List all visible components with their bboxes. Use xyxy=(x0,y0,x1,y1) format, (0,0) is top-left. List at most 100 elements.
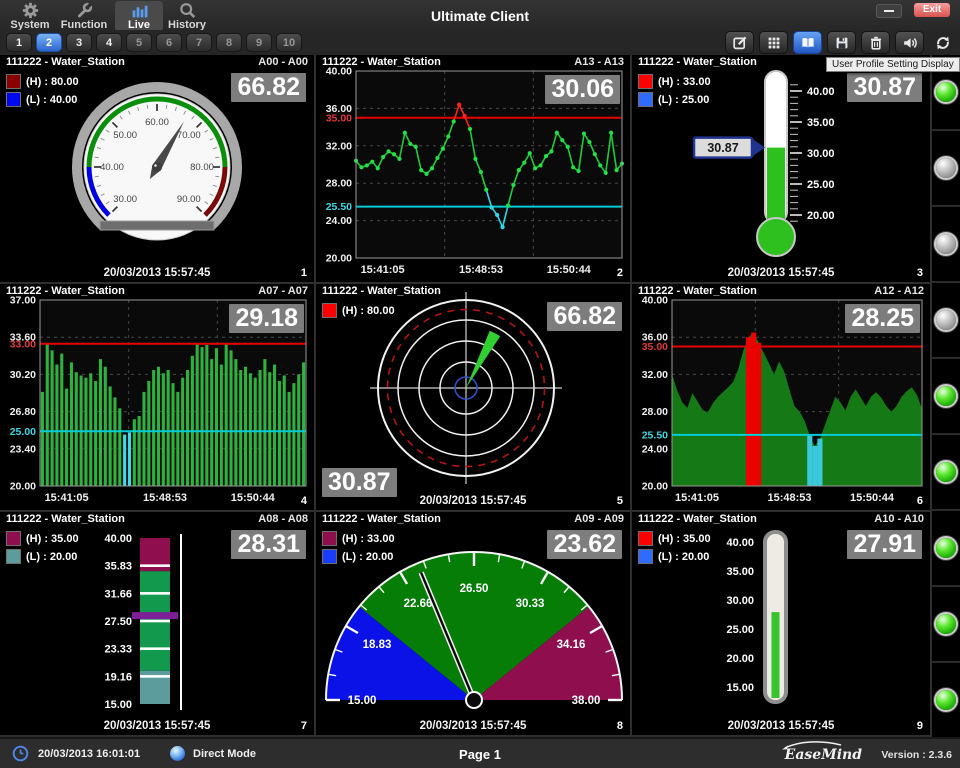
panel-tag: A12 - A12 xyxy=(874,285,924,297)
svg-text:23.33: 23.33 xyxy=(104,644,132,656)
page-tab-8[interactable]: 8 xyxy=(216,33,242,52)
legend-item: (H) : 33.00 xyxy=(638,74,711,89)
panel-station: 111222 - Water_Station xyxy=(638,513,757,525)
legend-swatch xyxy=(638,74,653,89)
value-readout: 23.62 xyxy=(547,530,622,559)
panel-legend: (H) : 35.00(L) : 20.00 xyxy=(6,531,79,567)
legend-swatch xyxy=(638,531,653,546)
minimize-button[interactable] xyxy=(876,4,902,18)
page-tabs: 12345678910 xyxy=(6,33,302,52)
led-cell xyxy=(932,511,960,587)
legend-swatch xyxy=(6,74,21,89)
svg-text:23.40: 23.40 xyxy=(10,443,36,455)
svg-text:34.16: 34.16 xyxy=(557,639,586,651)
svg-text:30.00: 30.00 xyxy=(113,194,137,205)
svg-text:15:50:44: 15:50:44 xyxy=(850,492,895,504)
svg-text:80.00: 80.00 xyxy=(190,162,214,173)
status-version: Version : 2.3.6 xyxy=(881,749,952,761)
svg-text:31.66: 31.66 xyxy=(104,588,132,600)
title-bar: System Function Live History xyxy=(0,0,960,30)
keypad-icon xyxy=(766,35,782,51)
page-tab-7[interactable]: 7 xyxy=(186,33,212,52)
value-readout: 66.82 xyxy=(547,302,622,331)
legend-swatch xyxy=(322,303,337,318)
led-indicator-gray xyxy=(936,158,956,178)
panel-number: 1 xyxy=(301,267,307,279)
page-tab-9[interactable]: 9 xyxy=(246,33,272,52)
svg-text:15:41:05: 15:41:05 xyxy=(361,264,405,276)
panel-number: 6 xyxy=(917,495,923,507)
page-tab-5[interactable]: 5 xyxy=(126,33,152,52)
value-readout-secondary: 30.87 xyxy=(322,468,397,497)
panel-station: 111222 - Water_Station xyxy=(6,513,125,525)
svg-text:19.16: 19.16 xyxy=(104,671,132,683)
panel-4-bar-chart[interactable]: 111222 - Water_StationA07 - A07 29.18 37… xyxy=(0,284,316,512)
panel-5-radar[interactable]: 111222 - Water_Station (H) : 80.00 66.82… xyxy=(316,284,632,512)
panel-number: 8 xyxy=(617,720,623,732)
panel-timestamp: 20/03/2013 15:57:45 xyxy=(0,267,314,279)
sound-button[interactable] xyxy=(895,31,924,54)
sync-button[interactable] xyxy=(929,32,956,53)
save-button[interactable] xyxy=(827,31,856,54)
edit-button[interactable] xyxy=(725,31,754,54)
svg-text:15.00: 15.00 xyxy=(726,682,754,694)
panel-7-segment-meter[interactable]: 111222 - Water_Station A08 - A08 (H) : 35… xyxy=(0,512,316,737)
panel-3-thermometer[interactable]: 111222 - Water_Station (H) : 33.00(L) : … xyxy=(632,55,932,284)
svg-text:30.00: 30.00 xyxy=(807,148,835,160)
svg-text:15.00: 15.00 xyxy=(348,695,377,707)
page-tab-6[interactable]: 6 xyxy=(156,33,182,52)
panel-number: 4 xyxy=(301,495,307,507)
brand-swoosh-icon xyxy=(779,740,845,750)
panel-6-area-chart[interactable]: 111222 - Water_StationA12 - A12 28.25 40… xyxy=(632,284,932,512)
legend-swatch xyxy=(6,92,21,107)
panel-tag: A08 - A08 xyxy=(258,513,308,525)
exit-button[interactable]: Exit xyxy=(914,3,950,17)
legend-label: (L) : 40.00 xyxy=(26,94,77,106)
panel-tag: A00 - A00 xyxy=(258,56,308,68)
panel-2-line-chart[interactable]: 111222 - Water_StationA13 - A13 30.06 40… xyxy=(316,55,632,284)
page-tab-10[interactable]: 10 xyxy=(276,33,302,52)
delete-button[interactable] xyxy=(861,31,890,54)
led-cell xyxy=(932,207,960,283)
led-cell xyxy=(932,359,960,435)
page-tab-1[interactable]: 1 xyxy=(6,33,32,52)
led-indicator-green xyxy=(936,82,956,102)
led-cell xyxy=(932,131,960,207)
user-profile-button[interactable] xyxy=(793,31,822,54)
legend-item: (L) : 20.00 xyxy=(638,549,711,564)
svg-text:40.00: 40.00 xyxy=(726,537,754,549)
page-tab-2[interactable]: 2 xyxy=(36,33,62,52)
legend-item: (L) : 20.00 xyxy=(322,549,395,564)
svg-text:15:41:05: 15:41:05 xyxy=(675,492,719,504)
page-tab-3[interactable]: 3 xyxy=(66,33,92,52)
panel-station: 111222 - Water_Station xyxy=(638,285,757,297)
svg-text:35.00: 35.00 xyxy=(726,566,754,578)
panel-timestamp: 20/03/2013 15:57:45 xyxy=(0,720,314,732)
legend-item: (L) : 40.00 xyxy=(6,92,79,107)
panel-9-tube-meter[interactable]: 111222 - Water_StationA10 - A10 (H) : 35… xyxy=(632,512,932,737)
panel-station: 111222 - Water_Station xyxy=(638,56,757,68)
minimize-icon xyxy=(884,10,894,12)
value-readout: 28.31 xyxy=(231,530,306,559)
panel-number: 7 xyxy=(301,720,307,732)
panel-8-semi-gauge[interactable]: 111222 - Water_StationA09 - A09 (H) : 33… xyxy=(316,512,632,737)
svg-text:15.00: 15.00 xyxy=(104,699,132,711)
led-indicator-gray xyxy=(936,234,956,254)
value-readout: 30.06 xyxy=(545,75,620,104)
svg-text:30.20: 30.20 xyxy=(10,369,36,381)
svg-text:33.00: 33.00 xyxy=(10,338,36,350)
svg-text:25.00: 25.00 xyxy=(10,426,36,438)
legend-swatch xyxy=(638,549,653,564)
svg-text:38.00: 38.00 xyxy=(572,695,601,707)
led-cell xyxy=(932,283,960,359)
page-tab-4[interactable]: 4 xyxy=(96,33,122,52)
value-readout: 30.87 xyxy=(847,73,922,102)
panel-1-dial-gauge[interactable]: 111222 - Water_StationA00 - A00 (H) : 80… xyxy=(0,55,316,284)
led-indicator-green xyxy=(936,386,956,406)
panel-tag: A07 - A07 xyxy=(258,285,308,297)
svg-text:24.00: 24.00 xyxy=(326,215,352,227)
alarm-led-column xyxy=(932,55,960,737)
keypad-button[interactable] xyxy=(759,31,788,54)
svg-text:50.00: 50.00 xyxy=(113,130,137,141)
svg-text:30.87: 30.87 xyxy=(707,141,738,155)
